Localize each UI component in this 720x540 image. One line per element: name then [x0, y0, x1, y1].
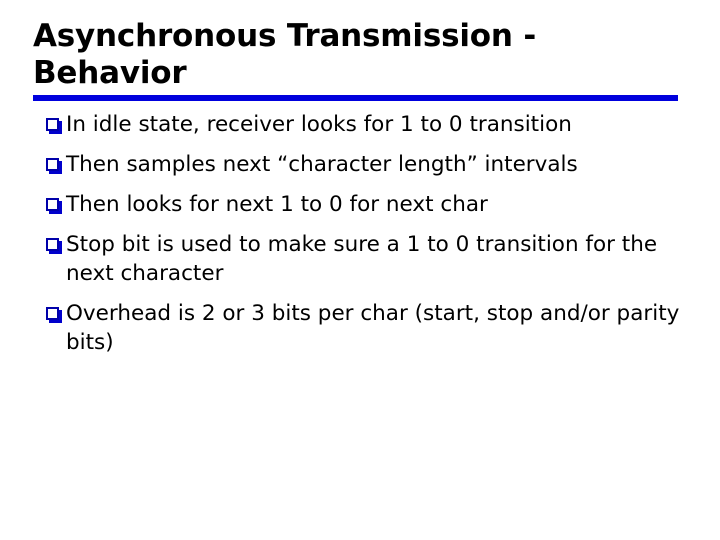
title-divider-rule: [33, 95, 678, 101]
list-item: Overhead is 2 or 3 bits per char (start,…: [33, 299, 695, 357]
list-item-label: In idle state, receiver looks for 1 to 0…: [66, 112, 572, 137]
open-square-bullet-icon: [46, 118, 59, 131]
slide-canvas: Asynchronous Transmission - Behavior In …: [0, 0, 720, 540]
list-item-label: Then samples next “character length” int…: [66, 152, 578, 177]
bullet-list: In idle state, receiver looks for 1 to 0…: [33, 110, 695, 357]
open-square-bullet-icon: [46, 198, 59, 211]
list-item-label: Then looks for next 1 to 0 for next char: [66, 192, 488, 217]
list-item-label: Stop bit is used to make sure a 1 to 0 t…: [66, 232, 658, 286]
open-square-bullet-icon: [46, 307, 59, 320]
page-title: Asynchronous Transmission - Behavior: [33, 18, 536, 91]
slide-body-block: In idle state, receiver looks for 1 to 0…: [33, 110, 695, 357]
slide-title-block: Asynchronous Transmission - Behavior: [33, 18, 693, 92]
list-item: Then samples next “character length” int…: [33, 150, 695, 179]
list-item: In idle state, receiver looks for 1 to 0…: [33, 110, 695, 139]
open-square-bullet-icon: [46, 238, 59, 251]
list-item-label: Overhead is 2 or 3 bits per char (start,…: [66, 301, 680, 355]
list-item: Then looks for next 1 to 0 for next char: [33, 190, 695, 219]
list-item: Stop bit is used to make sure a 1 to 0 t…: [33, 230, 695, 288]
open-square-bullet-icon: [46, 158, 59, 171]
